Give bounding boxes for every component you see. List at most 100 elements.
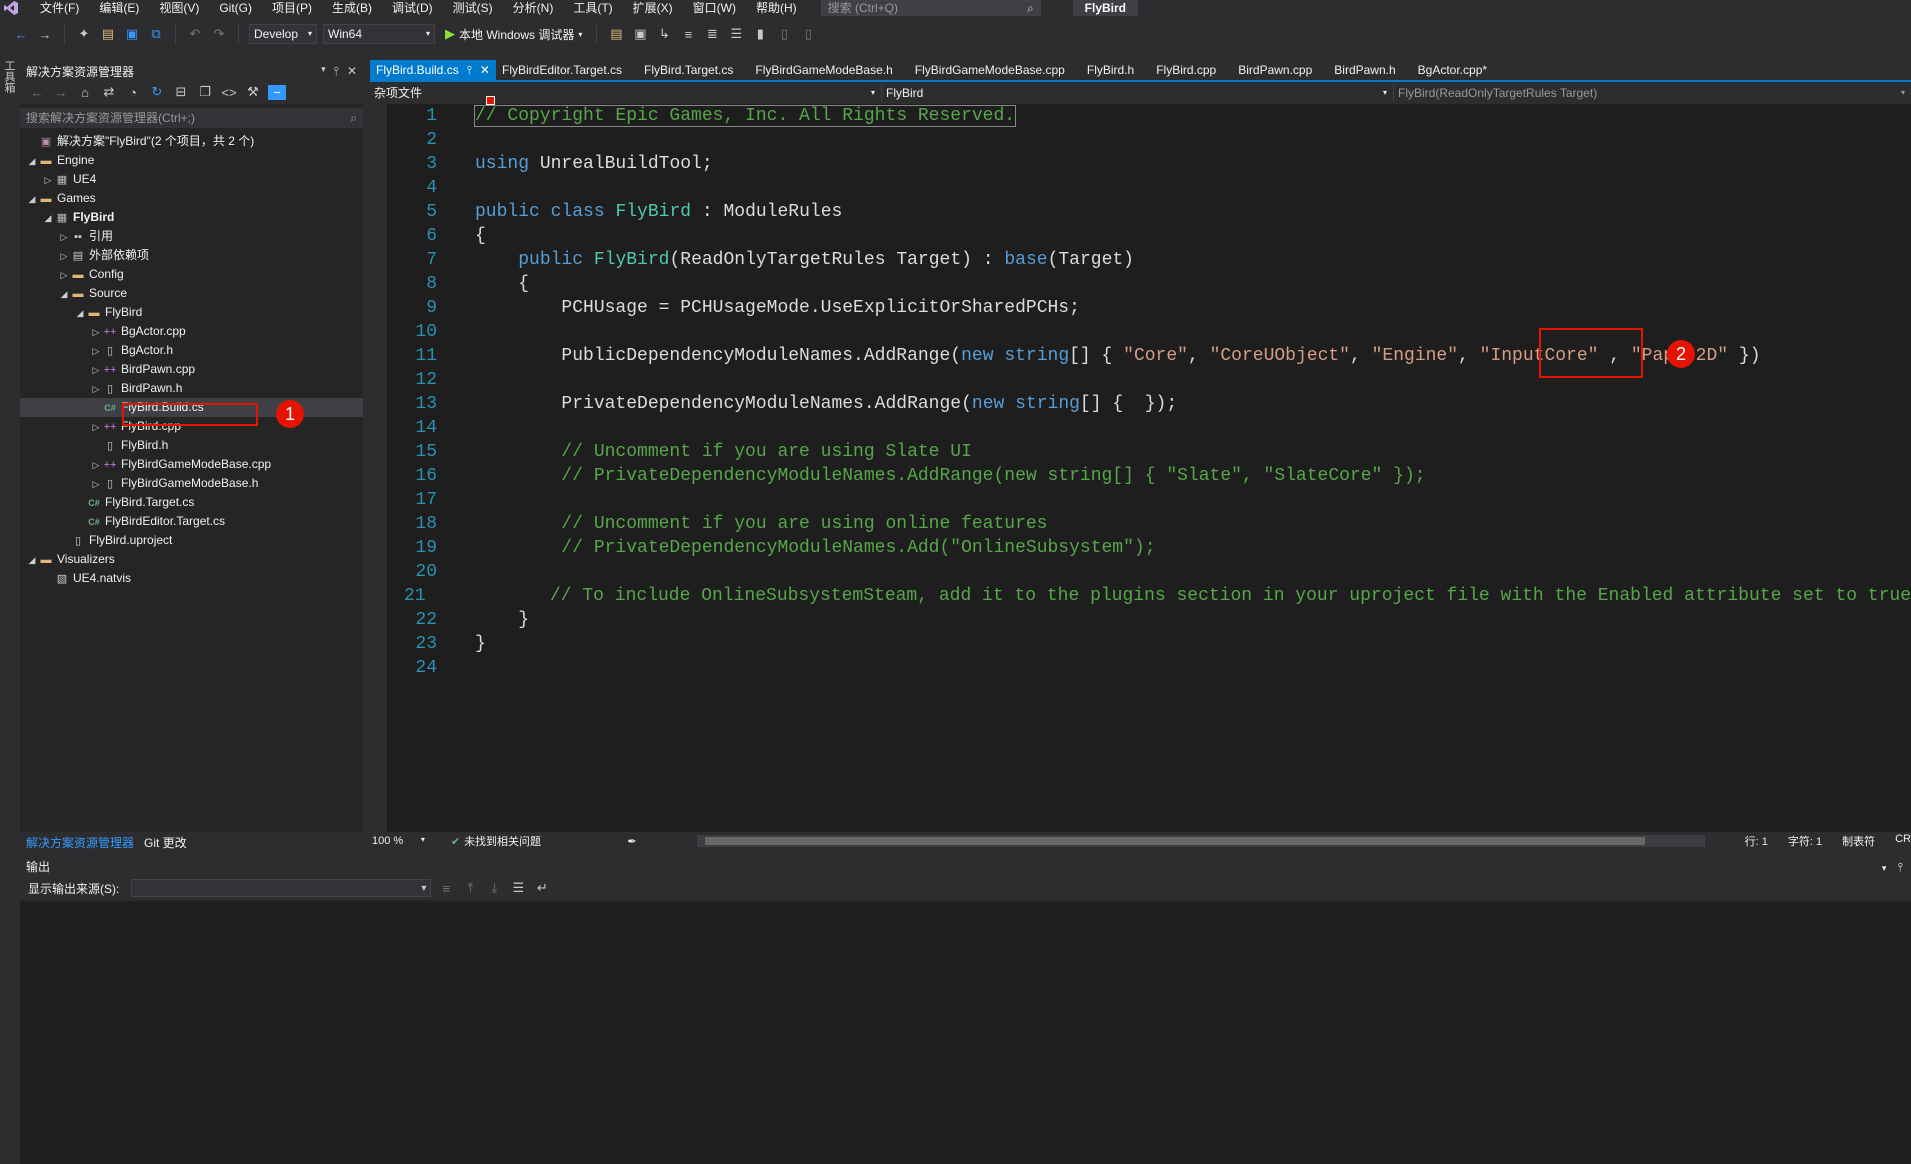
global-search-input[interactable]: 搜索 (Ctrl+Q) ⌕ <box>820 0 1041 16</box>
camera-icon[interactable]: ▣ <box>631 26 649 42</box>
document-tab[interactable]: FlyBird.Target.cs <box>638 60 749 80</box>
go-to-line-icon[interactable]: ≡ <box>437 881 455 896</box>
new-project-icon[interactable]: ✦ <box>75 26 93 42</box>
document-tab[interactable]: FlyBird.cpp <box>1150 60 1232 80</box>
menu-item[interactable]: 文件(F) <box>30 1 89 15</box>
sync-icon[interactable]: ↻ <box>148 84 166 100</box>
solution-explorer-search-input[interactable]: 搜索解决方案资源管理器(Ctrl+;) ⌕ <box>20 108 363 128</box>
expanded-arrow-icon[interactable]: ◢ <box>74 304 86 323</box>
expanded-arrow-icon[interactable]: ◢ <box>42 209 54 228</box>
collapsed-arrow-icon[interactable]: ▷ <box>58 228 70 247</box>
menu-item[interactable]: 工具(T) <box>563 1 622 15</box>
document-tab[interactable]: FlyBird.h <box>1081 60 1150 80</box>
close-icon[interactable]: ✕ <box>480 60 490 80</box>
collapsed-arrow-icon[interactable]: ▷ <box>90 342 102 361</box>
show-all-files-icon[interactable]: ❐ <box>196 84 214 100</box>
code-area[interactable]: 1 // Copyright Epic Games, Inc. All Right… <box>387 104 1911 832</box>
tree-item[interactable]: ◢ ▬ Visualizers <box>20 550 363 569</box>
back-icon[interactable]: ← <box>12 27 30 42</box>
code-editor[interactable]: 1 // Copyright Epic Games, Inc. All Right… <box>370 96 1911 832</box>
document-tab[interactable]: FlyBirdGameModeBase.cpp <box>909 60 1081 80</box>
tree-item[interactable]: ▣ 解决方案"FlyBird"(2 个项目，共 2 个) <box>20 132 363 151</box>
close-icon[interactable]: ✕ <box>347 64 357 79</box>
class-dropdown[interactable]: FlyBird ▾ <box>882 84 1394 102</box>
pending-changes-filter-icon[interactable]: ◔ <box>124 85 142 100</box>
indent-icon[interactable]: ≡ <box>679 27 697 42</box>
horizontal-scrollbar[interactable] <box>696 835 1705 847</box>
folder-icon[interactable]: ▤ <box>607 26 625 42</box>
expanded-arrow-icon[interactable]: ◢ <box>58 285 70 304</box>
previous-message-icon[interactable]: ⤒ <box>461 880 479 896</box>
menu-item[interactable]: 分析(N) <box>503 1 564 15</box>
pin-icon[interactable]: ⫯ <box>1898 860 1903 874</box>
document-tab[interactable]: BgActor.cpp* <box>1412 60 1503 80</box>
bookmark-next-icon[interactable]: ▯ <box>799 26 817 42</box>
menu-item[interactable]: 测试(S) <box>443 1 503 15</box>
tree-item[interactable]: ▷ ▪▪ 引用 <box>20 227 363 246</box>
tree-item[interactable]: ◢ ▬ FlyBird <box>20 303 363 322</box>
outdent-icon[interactable]: ≣ <box>703 26 721 42</box>
tree-item[interactable]: ◢ ▦ FlyBird <box>20 208 363 227</box>
save-all-icon[interactable]: ⧉ <box>147 26 165 42</box>
tab-git-changes[interactable]: Git 更改 <box>144 834 187 851</box>
tree-item[interactable]: C# FlyBird.Target.cs <box>20 493 363 512</box>
collapsed-arrow-icon[interactable]: ▷ <box>90 418 102 437</box>
comment-icon[interactable]: ☰ <box>727 26 745 42</box>
toolbox-strip[interactable]: 工具箱 <box>0 58 18 1158</box>
collapsed-arrow-icon[interactable]: ▷ <box>58 247 70 266</box>
redo-icon[interactable]: ↷ <box>210 26 228 42</box>
output-source-select[interactable]: ▾ <box>131 879 432 897</box>
tree-item[interactable]: ◢ ▬ Engine <box>20 151 363 170</box>
menu-item[interactable]: 生成(B) <box>322 1 382 15</box>
document-tab[interactable]: FlyBird.Build.cs ⫯ ✕ <box>370 60 496 80</box>
collapsed-arrow-icon[interactable]: ▷ <box>90 323 102 342</box>
bookmark-prev-icon[interactable]: ▯ <box>775 26 793 42</box>
collapse-all-icon[interactable]: ⊟ <box>172 84 190 100</box>
member-dropdown[interactable]: FlyBird(ReadOnlyTargetRules Target) ▾ <box>1394 84 1911 102</box>
brush-icon[interactable]: ✒ <box>627 835 636 848</box>
tree-item[interactable]: ▷ ++ FlyBirdGameModeBase.cpp <box>20 455 363 474</box>
tree-item[interactable]: ◢ ▬ Games <box>20 189 363 208</box>
menu-item[interactable]: 帮助(H) <box>746 1 807 15</box>
expanded-arrow-icon[interactable]: ◢ <box>26 152 38 171</box>
tree-item[interactable]: ▯ FlyBird.h <box>20 436 363 455</box>
line-ending[interactable]: CR <box>1895 833 1911 849</box>
platform-select[interactable]: Win64 ▾ <box>323 24 435 44</box>
tree-item[interactable]: C# FlyBirdEditor.Target.cs <box>20 512 363 531</box>
save-icon[interactable]: ▣ <box>123 26 141 42</box>
output-content[interactable] <box>20 902 1911 1164</box>
collapsed-arrow-icon[interactable]: ▷ <box>42 171 54 190</box>
tab-solution-explorer[interactable]: 解决方案资源管理器 <box>26 834 134 851</box>
expanded-arrow-icon[interactable]: ◢ <box>26 190 38 209</box>
tree-item[interactable]: ▧ UE4.natvis <box>20 569 363 588</box>
tree-item[interactable]: ▷ ▯ BirdPawn.h <box>20 379 363 398</box>
configuration-select[interactable]: Develop ▾ <box>249 24 317 44</box>
document-tab[interactable]: BirdPawn.h <box>1328 60 1411 80</box>
tree-item[interactable]: ▷ ▤ 外部依赖项 <box>20 246 363 265</box>
undo-icon[interactable]: ↶ <box>186 26 204 42</box>
open-folder-icon[interactable]: ▤ <box>99 26 117 42</box>
project-dropdown[interactable]: 杂项文件 ▾ <box>370 84 882 102</box>
switch-views-icon[interactable]: ⇄ <box>100 84 118 100</box>
tree-item[interactable]: ▷ ▯ BgActor.h <box>20 341 363 360</box>
word-wrap-icon[interactable]: ↵ <box>533 880 551 896</box>
home-icon[interactable]: ⌂ <box>76 85 94 100</box>
tree-item[interactable]: ▷ ▦ UE4 <box>20 170 363 189</box>
pin-icon[interactable]: ⫯ <box>467 60 472 80</box>
menu-item[interactable]: Git(G) <box>209 1 262 15</box>
document-tab[interactable]: FlyBirdGameModeBase.h <box>749 60 908 80</box>
forward-icon[interactable]: → <box>52 85 70 100</box>
tree-item[interactable]: ▯ FlyBird.uproject <box>20 531 363 550</box>
expanded-arrow-icon[interactable]: ◢ <box>26 551 38 570</box>
menu-item[interactable]: 窗口(W) <box>683 1 746 15</box>
view-code-icon[interactable]: <> <box>220 85 238 100</box>
menu-item[interactable]: 视图(V) <box>149 1 209 15</box>
zoom-dropdown[interactable]: 100 % ▾ <box>370 835 431 847</box>
bookmark-icon[interactable]: ▮ <box>751 26 769 42</box>
pin-icon[interactable]: ⫯ <box>334 64 339 79</box>
scrollbar-thumb[interactable] <box>704 837 1645 845</box>
start-debugging-button[interactable]: ▶ 本地 Windows 调试器 ▾ <box>441 26 586 43</box>
forward-icon[interactable]: → <box>36 27 54 42</box>
collapsed-arrow-icon[interactable]: ▷ <box>90 456 102 475</box>
tree-item[interactable]: ▷ ▬ Config <box>20 265 363 284</box>
